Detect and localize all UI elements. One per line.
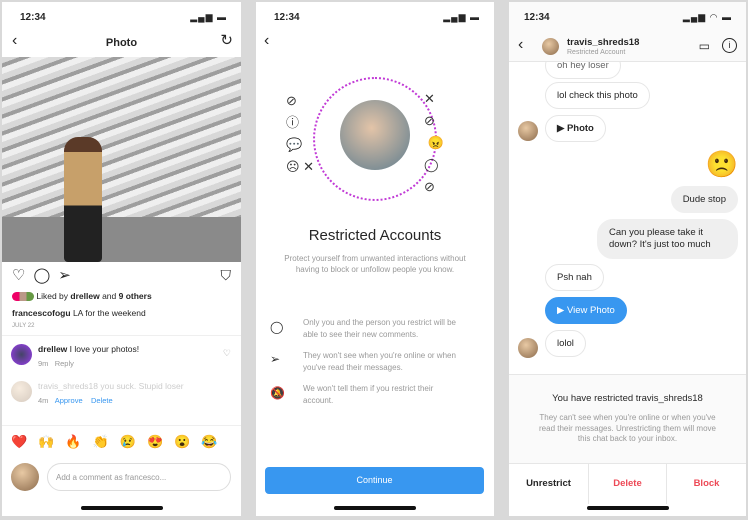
status-time: 12:34	[524, 12, 550, 23]
send-icon[interactable]: ➢	[58, 267, 79, 284]
message-received: Psh nah	[545, 264, 604, 291]
chat-screen: oh hey loser 12:34 ▂▄▆ ◠ ▬ ‹ travis_shre…	[509, 2, 746, 516]
emoji-button[interactable]: 😢	[120, 434, 147, 449]
message-sent: Can you please take it down? It's just t…	[597, 219, 738, 259]
restricted-notice: You have restricted travis_shreds18 They…	[509, 374, 746, 464]
send-icon: ➢	[270, 352, 281, 366]
bell-off-icon: 🔕	[270, 386, 285, 400]
restrict-screen: 12:34 ▂▄▆ ▬ ‹ ⊘ ⓘ 💬 ☹ ✕ ✕ ⊘ 😠 ◯ ⊘ Restricted A…	[256, 2, 494, 516]
comment-1-meta: 9m Reply	[38, 359, 74, 368]
status-time: 12:34	[274, 12, 300, 23]
delete-link[interactable]: Delete	[91, 396, 113, 405]
emoji-button[interactable]: 👏	[93, 434, 120, 449]
post-date: JULY 22	[12, 323, 35, 329]
message-received: lol check this photo	[545, 82, 650, 109]
emoji-button[interactable]: 🔥	[65, 434, 92, 449]
reply-link[interactable]: Reply	[55, 359, 74, 368]
like-comment-icon[interactable]: ♡	[223, 348, 231, 359]
status-icons: ▂▄▆ ▬	[190, 12, 227, 22]
comment-input[interactable]: Add a comment as francesco...	[47, 463, 231, 491]
avatar[interactable]	[542, 38, 559, 55]
post-screen: 12:34 ▂▄▆ ▬ ‹ Photo ↻ ♡◯➢ ⛉ Liked by dre…	[2, 2, 241, 516]
page-title: Restricted Accounts	[308, 227, 442, 244]
post-photo[interactable]	[2, 57, 241, 262]
unrestrict-button[interactable]: Unrestrict	[509, 464, 588, 504]
heart-icon[interactable]: ♡	[12, 267, 33, 284]
status-time: 12:34	[20, 12, 46, 23]
continue-button[interactable]: Continue	[265, 467, 484, 494]
feature-text: They won't see when you're online or whe…	[303, 351, 456, 372]
back-icon[interactable]: ‹	[518, 36, 523, 54]
emoji-button[interactable]: 🙌	[38, 434, 65, 449]
avatar	[518, 121, 538, 141]
profile-photo	[340, 100, 410, 170]
avatar	[11, 381, 32, 402]
person	[64, 137, 102, 262]
negative-icons-left: ⊘ ⓘ 💬 ☹ ✕	[286, 93, 315, 174]
photo-message[interactable]: ▶ Photo	[545, 115, 606, 142]
message-sent: Dude stop	[670, 186, 738, 213]
emoji-button[interactable]: 😮	[174, 434, 201, 449]
notice-text: They can't see when you're online or whe…	[539, 413, 716, 443]
approve-link[interactable]: Approve	[55, 396, 83, 405]
comment-2-meta: 4m Approve Delete	[38, 396, 113, 405]
chat-subtitle: Restricted Account	[567, 49, 626, 56]
emoji-message: 🙁	[705, 149, 738, 179]
emoji-button[interactable]: 😂	[201, 434, 228, 449]
page-title: Photo	[105, 37, 138, 49]
comment-icon: ◯	[270, 320, 284, 334]
avatar[interactable]	[11, 344, 32, 365]
emoji-button[interactable]: 😍	[147, 434, 174, 449]
notice-title: You have restricted travis_shreds18	[552, 393, 703, 404]
message-received: lolol	[545, 330, 586, 357]
emoji-button[interactable]: ❤️	[11, 434, 38, 449]
comment-icon[interactable]: ◯	[33, 267, 58, 284]
video-call-icon[interactable]: ▭	[699, 39, 710, 53]
caption: francescofogu LA for the weekend	[12, 308, 146, 318]
feature-text: Only you and the person you restrict wil…	[303, 318, 456, 339]
user-avatar	[11, 463, 39, 491]
avatar	[518, 338, 538, 358]
delete-button[interactable]: Delete	[588, 464, 667, 504]
feature-text: We won't tell them if you restrict their…	[303, 384, 434, 405]
comment-1: drellew I love your photos!	[38, 344, 140, 354]
info-icon[interactable]: i	[722, 38, 737, 53]
chat-username[interactable]: travis_shreds18	[567, 37, 639, 48]
view-photo-button[interactable]: ▶ View Photo	[545, 297, 627, 324]
comment-2-restricted: travis_shreds18 you suck. Stupid loser	[38, 381, 184, 391]
refresh-icon[interactable]: ↻	[220, 31, 233, 49]
bookmark-icon[interactable]: ⛉	[221, 267, 232, 284]
description: Protect yourself from unwanted interacti…	[284, 254, 466, 274]
post-actions: ♡◯➢	[12, 266, 79, 284]
likes-line[interactable]: Liked by drellew and 9 others	[12, 291, 152, 302]
negative-icons-right: ✕ ⊘ 😠 ◯ ⊘	[424, 91, 444, 194]
block-button[interactable]: Block	[667, 464, 746, 504]
back-icon[interactable]: ‹	[264, 32, 269, 50]
emoji-bar: ❤️🙌🔥👏😢😍😮😂	[11, 434, 229, 450]
